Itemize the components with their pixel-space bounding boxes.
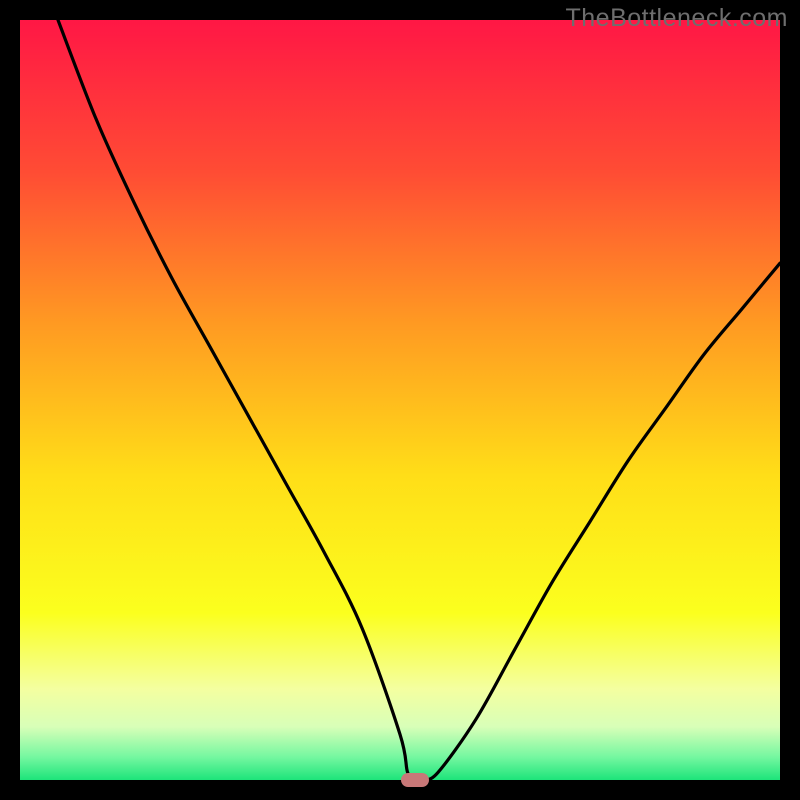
chart-frame: TheBottleneck.com	[0, 0, 800, 800]
watermark-text: TheBottleneck.com	[566, 4, 789, 33]
optimal-marker	[401, 773, 429, 787]
bottleneck-curve	[20, 20, 780, 780]
plot-area	[20, 20, 780, 780]
